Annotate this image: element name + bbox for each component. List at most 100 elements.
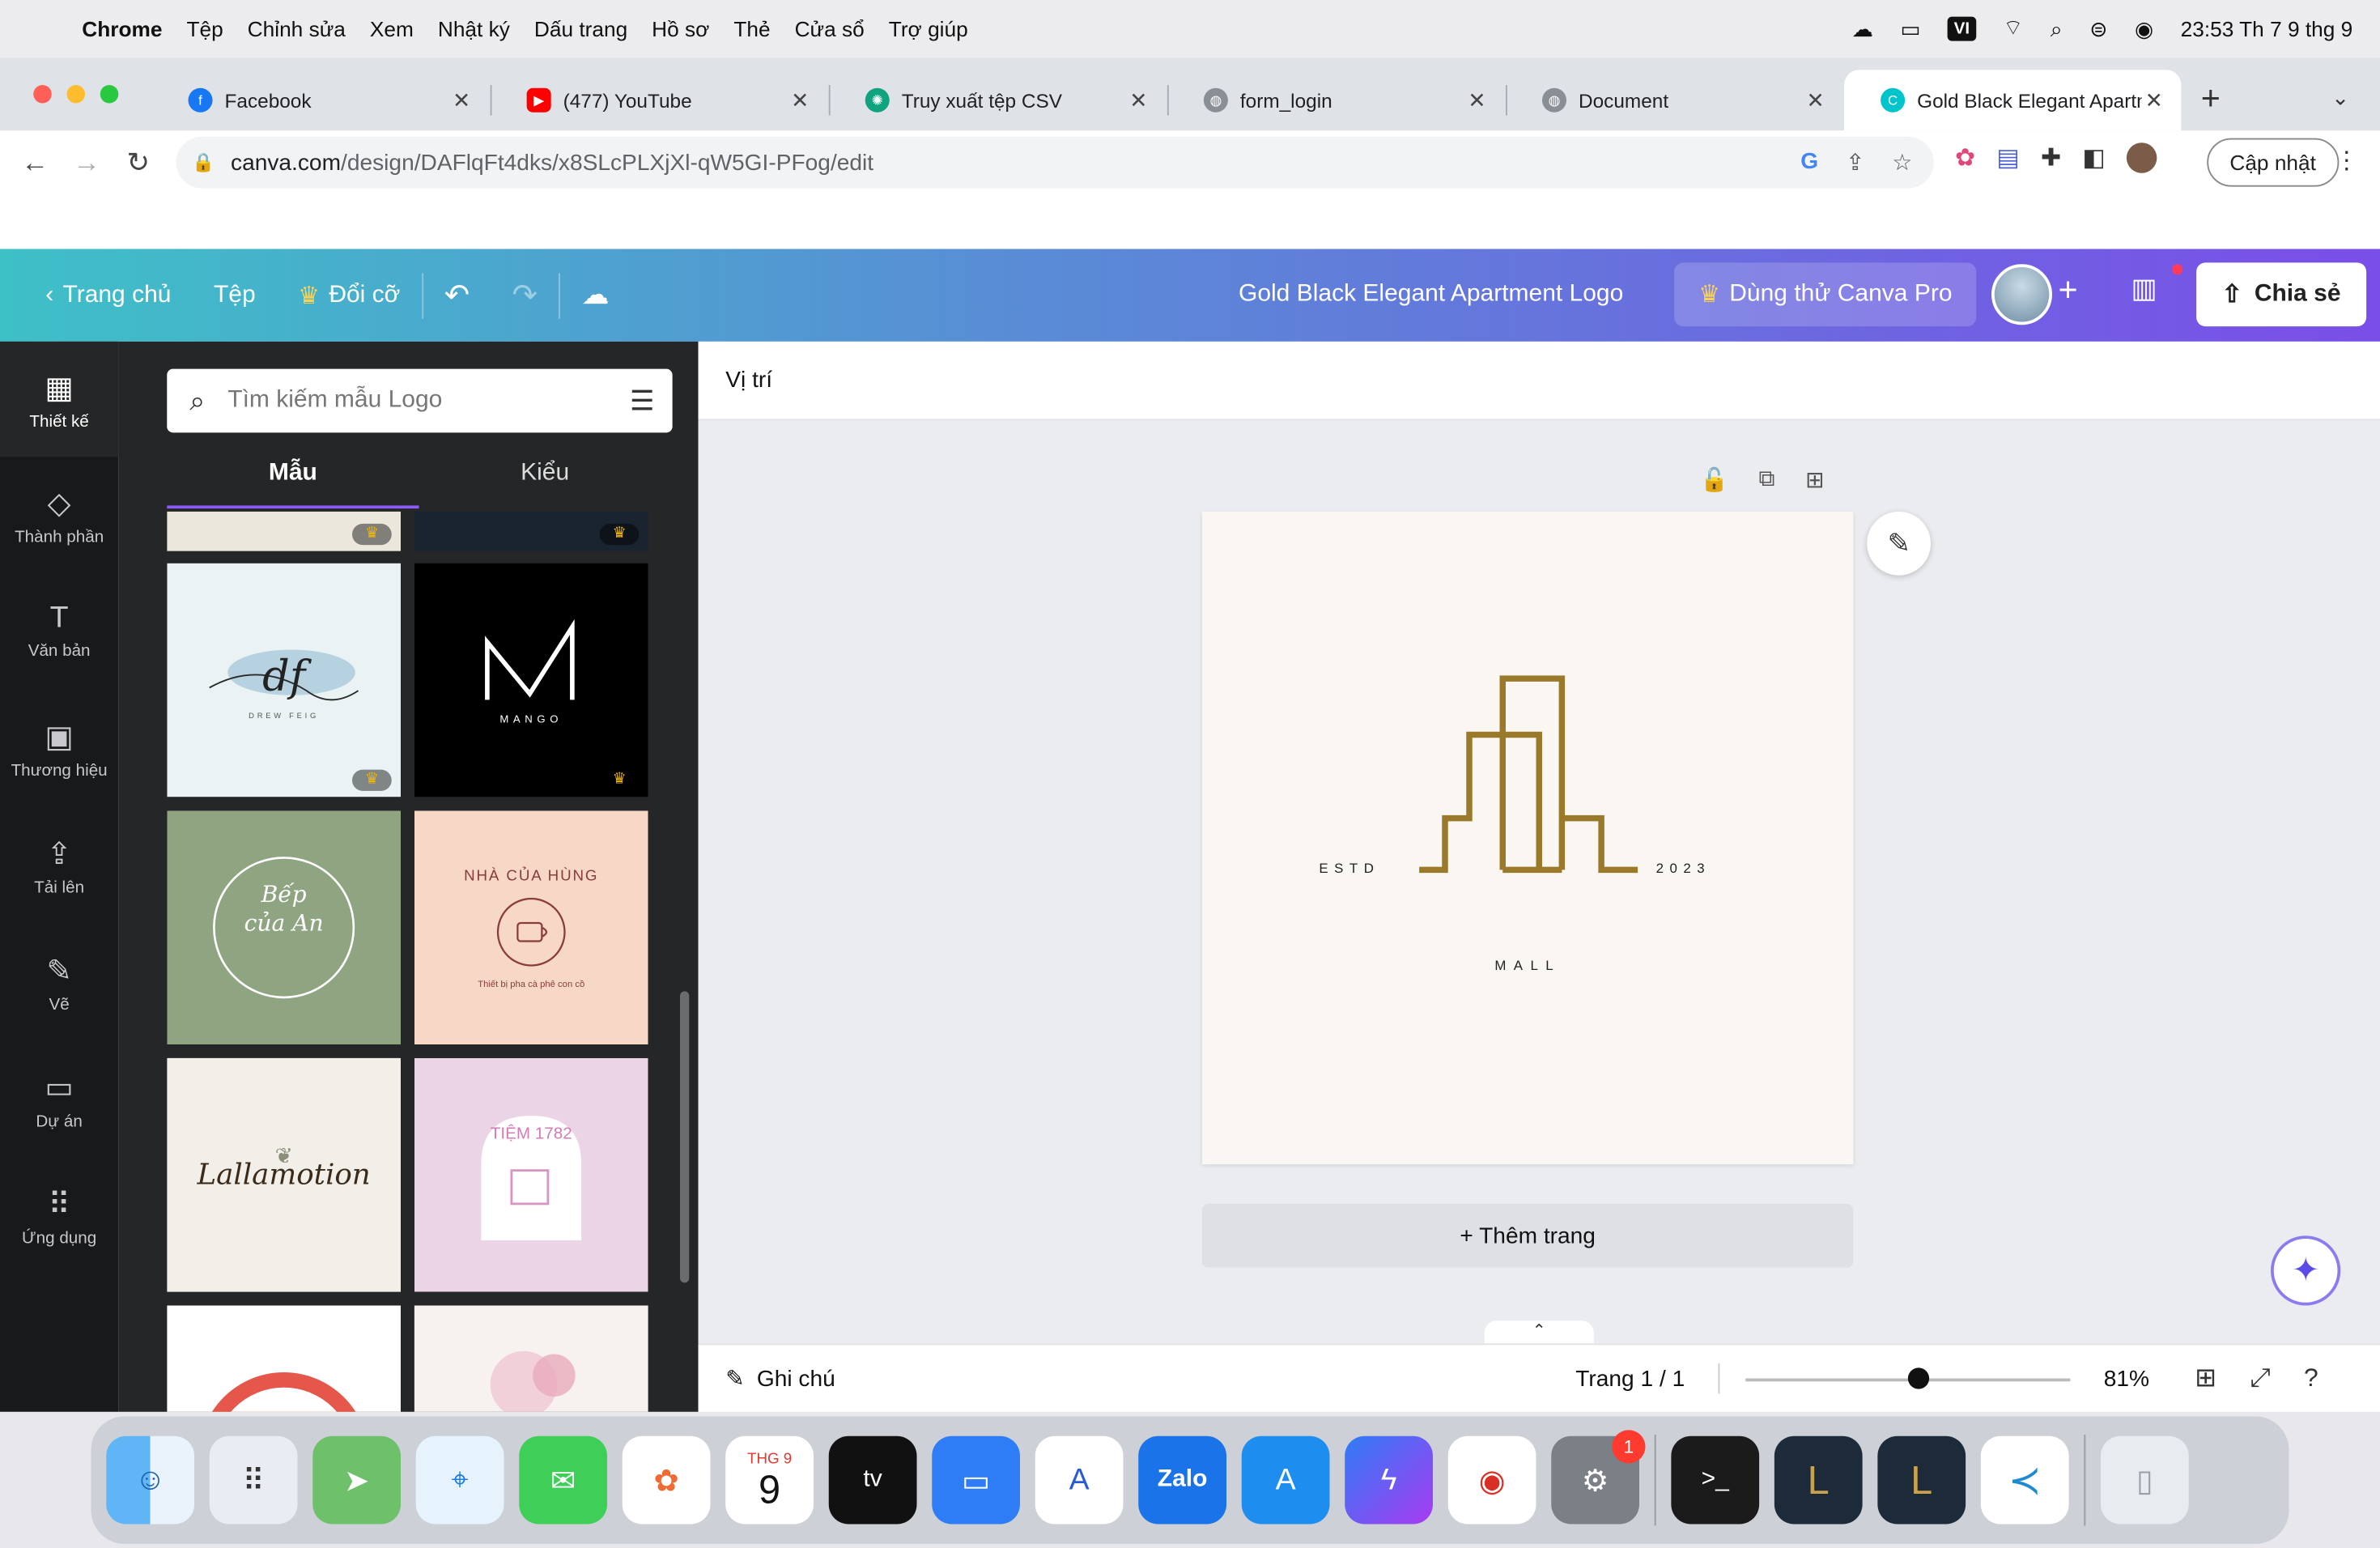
template-card[interactable]: ❦ Lallamotion [167,1057,401,1292]
notes-button[interactable]: ✎ Ghi chú [725,1365,835,1393]
template-card[interactable]: ♛ [414,511,648,551]
new-tab-button[interactable]: + [2201,79,2221,119]
rail-item-elements[interactable]: ◇ Thành phần [0,484,118,546]
undo-icon[interactable]: ↶ [423,276,491,314]
tab-youtube[interactable]: ▶ (477) YouTube ✕ [491,70,827,130]
league-client-icon[interactable]: L [1774,1435,1863,1525]
position-button[interactable]: Vị trí [725,368,772,393]
add-comment-icon[interactable]: ✎ [1867,511,1931,576]
chrome-menu-icon[interactable]: ⋮ [2335,146,2359,176]
rail-item-brand[interactable]: ▣ Thương hiệu [0,718,118,780]
template-card[interactable] [414,1305,648,1412]
page-counter[interactable]: Trang 1 / 1 [1575,1367,1685,1393]
update-chrome-button[interactable]: Cập nhật [2207,138,2340,187]
zoom-window-button[interactable] [100,85,119,104]
show-pages-chevron-icon[interactable]: ⌃ [1484,1320,1594,1346]
filter-sliders-icon[interactable]: ☰ [612,385,673,416]
grid-view-icon[interactable]: ⊞ [2195,1363,2216,1394]
share-button[interactable]: ⇧ Chia sẻ [2196,262,2367,327]
try-canva-pro-button[interactable]: ♛ Dùng thử Canva Pro [1674,262,1977,327]
apple-tv-icon[interactable]: tv [828,1435,917,1525]
add-page-button[interactable]: + Thêm trang [1202,1203,1854,1268]
rail-item-projects[interactable]: ▭ Dự án [0,1069,118,1131]
side-panel-icon[interactable]: ◧ [2082,142,2105,173]
minimize-window-button[interactable] [66,85,85,104]
share-page-icon[interactable]: ⇪ [1846,149,1865,176]
tab-chatgpt[interactable]: ✺ Truy xuất tệp CSV ✕ [829,70,1166,130]
calendar-icon[interactable]: THG 9 9 [725,1435,814,1525]
user-avatar[interactable] [1991,264,2052,325]
rail-item-design[interactable]: ▦ Thiết kế [0,341,119,457]
extension-icon[interactable]: ▤ [1996,142,2019,173]
design-page[interactable]: ESTD 2023 MALL [1202,511,1854,1165]
rail-item-apps[interactable]: ⠿ Ứng dụng [0,1185,118,1248]
insights-chart-icon[interactable]: ▥ [2131,274,2157,305]
profile-avatar[interactable] [2126,142,2157,173]
app-store-icon[interactable]: A [1241,1435,1330,1525]
control-center-icon[interactable]: ⊜ [2089,16,2107,42]
color-picker-extension-icon[interactable]: ✿ [1955,142,1975,173]
menu-profiles[interactable]: Hồ sơ [640,17,721,41]
rail-item-draw[interactable]: ✎ Vẽ [0,952,118,1014]
add-collaborator-icon[interactable]: + [2059,270,2078,310]
menubar-clock[interactable]: 23:53 Th 7 9 thg 9 [2181,17,2353,41]
close-tab-icon[interactable]: ✕ [1464,87,1489,113]
tab-facebook[interactable]: f Facebook ✕ [152,70,489,130]
logo-year-label[interactable]: 2023 [1656,861,1711,876]
resize-button[interactable]: ♛ Đổi cỡ [277,280,422,311]
menu-help[interactable]: Trợ giúp [877,17,980,41]
tab-search-chevron-icon[interactable]: ⌄ [2331,85,2349,111]
menu-app-name[interactable]: Chrome [64,17,175,41]
league-game-icon[interactable]: L [1877,1435,1966,1525]
template-search-box[interactable]: ⌕ Tìm kiếm mẫu Logo ☰ [167,368,673,433]
cloud-icon[interactable]: ☁ [1852,16,1873,42]
panel-scrollbar[interactable] [680,991,690,1283]
template-card[interactable]: ♛ [167,511,401,551]
template-card[interactable]: Bếp của An [167,810,401,1044]
menu-view[interactable]: Xem [358,17,426,41]
fullscreen-icon[interactable]: ⤢ [2250,1363,2271,1394]
system-settings-icon[interactable]: ⚙ 1 [1551,1430,1646,1525]
input-source-badge[interactable]: VI [1948,16,1976,41]
zoom-level[interactable]: 81% [2104,1367,2149,1393]
file-menu-button[interactable]: Tệp [193,282,277,309]
redo-icon[interactable]: ↷ [491,276,559,314]
template-card[interactable] [167,1305,401,1412]
forward-arrow-icon[interactable]: → [61,147,113,178]
magic-sparkle-icon[interactable]: ✦ [2271,1235,2341,1306]
photos-icon[interactable]: ✿ [622,1435,711,1525]
home-button[interactable]: ‹ Trang chủ [0,282,193,309]
rail-item-text[interactable]: T Văn bản [0,602,118,661]
search-icon[interactable]: ⌕ [2051,16,2063,42]
vscode-icon[interactable]: ≺ [1980,1435,2069,1525]
close-tab-icon[interactable]: ✕ [449,87,474,113]
logo-estd-label[interactable]: ESTD [1319,861,1379,876]
finder-icon[interactable]: ☺ [106,1435,194,1525]
document-title[interactable]: Gold Black Elegant Apartment Logo [1239,281,1623,308]
reload-icon[interactable]: ↻ [113,147,164,178]
tab-templates[interactable]: Mẫu [167,460,419,509]
google-icon[interactable]: G [1800,149,1818,176]
close-tab-icon[interactable]: ✕ [788,87,812,113]
menu-history[interactable]: Nhật ký [426,17,522,41]
terminal-icon[interactable]: >_ [1671,1435,1760,1525]
menu-tab[interactable]: Thẻ [721,17,782,41]
unlock-icon[interactable]: 🔓 [1700,466,1728,494]
zalo-icon[interactable]: Zalo [1138,1435,1226,1525]
back-arrow-icon[interactable]: ← [9,147,61,178]
menu-file[interactable]: Tệp [174,17,235,41]
template-card[interactable]: NHÀ CỦA HÙNG Thiết bị pha cà phê con cồ [414,810,648,1044]
duplicate-page-icon[interactable]: ⧉ [1759,466,1775,494]
template-card[interactable]: df DREW FEIG ♛ [167,563,401,797]
lock-icon[interactable]: 🔒 [176,152,232,173]
close-tab-icon[interactable]: ✕ [2142,87,2166,113]
template-card[interactable]: TIỆM 1782 [414,1057,648,1292]
address-bar[interactable]: 🔒 canva.com /design/DAFlqFt4dks/x8SLcPLX… [176,136,1934,189]
siri-icon[interactable]: ◉ [2135,16,2153,42]
tab-form-login[interactable]: ◍ form_login ✕ [1167,70,1504,130]
puzzle-extensions-icon[interactable]: ✚ [2041,142,2061,173]
menu-window[interactable]: Cửa sổ [783,17,877,41]
maps-icon[interactable]: ➤ [312,1435,401,1525]
bookmark-star-icon[interactable]: ☆ [1892,149,1912,176]
chrome-icon[interactable]: ◉ [1447,1435,1536,1525]
